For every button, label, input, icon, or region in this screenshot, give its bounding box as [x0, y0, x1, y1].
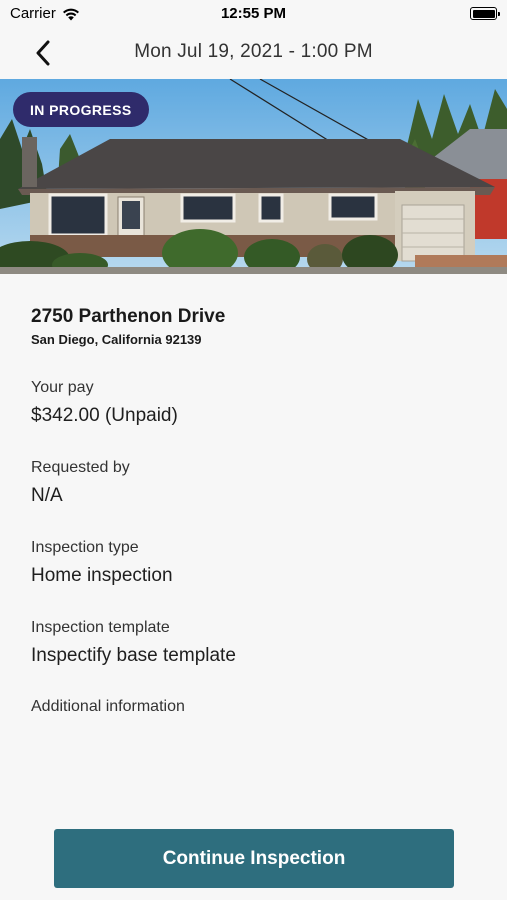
pay-value: $342.00 (Unpaid): [31, 405, 178, 426]
additional-info-label: Additional information: [31, 698, 185, 715]
inspection-template-field: Inspection template Inspectify base temp…: [31, 619, 481, 667]
page-title: Mon Jul 19, 2021 - 1:00 PM: [134, 41, 373, 62]
additional-info-field: Additional information: [31, 698, 481, 716]
pay-label: Your pay: [31, 379, 94, 396]
requested-by-value: N/A: [31, 485, 63, 506]
inspection-template-label: Inspection template: [31, 619, 170, 636]
address-block: 2750 Parthenon Drive San Diego, Californ…: [31, 306, 481, 347]
pay-field: Your pay $342.00 (Unpaid): [31, 379, 481, 427]
requested-by-label: Requested by: [31, 459, 130, 476]
inspection-type-value: Home inspection: [31, 565, 173, 586]
battery-icon: [470, 7, 500, 20]
status-badge: IN PROGRESS: [13, 92, 149, 127]
inspection-type-label: Inspection type: [31, 539, 139, 556]
inspection-template-value: Inspectify base template: [31, 645, 236, 666]
inspection-type-field: Inspection type Home inspection: [31, 539, 481, 587]
address-city-state: San Diego, California 92139: [31, 332, 202, 347]
continue-inspection-button[interactable]: Continue Inspection: [54, 829, 454, 888]
property-photo: IN PROGRESS: [0, 79, 507, 274]
clock: 12:55 PM: [220, 5, 287, 22]
back-button[interactable]: [28, 38, 58, 68]
nav-bar: Mon Jul 19, 2021 - 1:00 PM: [0, 30, 507, 78]
chevron-left-icon: [36, 40, 50, 66]
requested-by-field: Requested by N/A: [31, 459, 481, 507]
address-street: 2750 Parthenon Drive: [31, 306, 226, 327]
status-bar: Carrier 12:55 PM: [0, 0, 507, 30]
